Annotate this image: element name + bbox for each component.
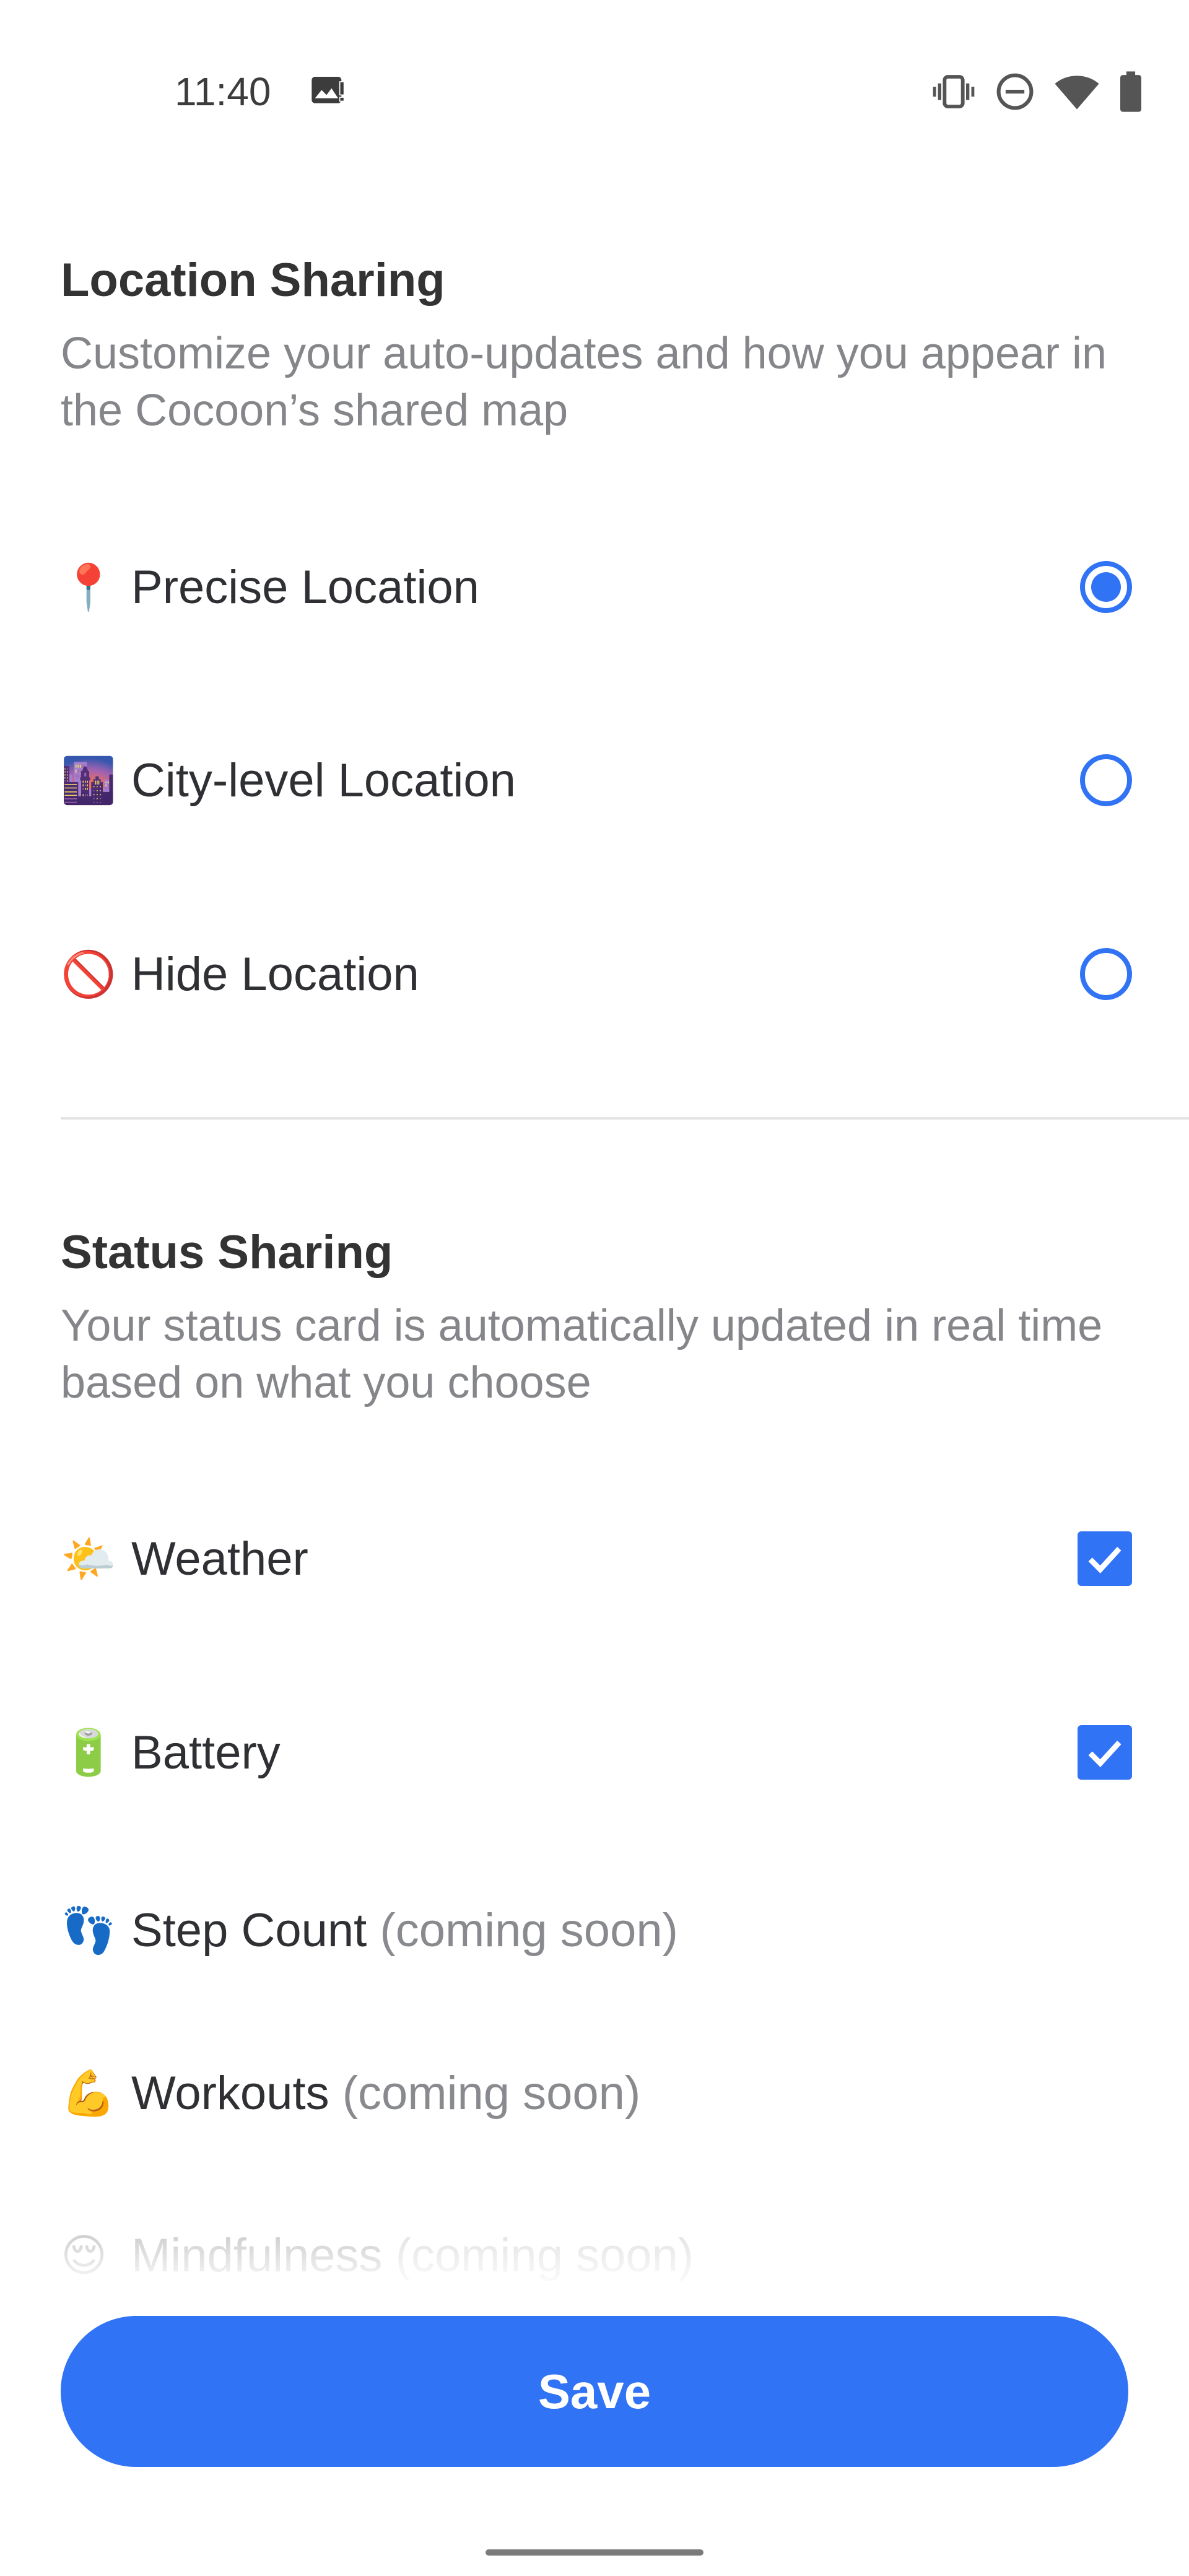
location-option-hide[interactable]: 🚫 Hide Location bbox=[61, 925, 1132, 1024]
cityscape-icon: 🌆 bbox=[61, 754, 116, 806]
radio-dot bbox=[1091, 572, 1121, 602]
status-item-label: Weather bbox=[131, 1532, 308, 1585]
coming-soon-note: (coming soon) bbox=[395, 2229, 694, 2282]
battery-checkbox[interactable] bbox=[1078, 1725, 1132, 1780]
weather-checkbox[interactable] bbox=[1078, 1531, 1132, 1586]
footprints-icon: 👣 bbox=[61, 1904, 116, 1956]
status-item-step-count: 👣 Step Count (coming soon) bbox=[61, 1881, 1132, 1980]
battery-emoji-icon: 🔋 bbox=[61, 1726, 116, 1778]
status-time: 11:40 bbox=[175, 69, 271, 114]
location-option-label: Hide Location bbox=[131, 947, 419, 1001]
status-section-title: Status Sharing bbox=[61, 1226, 393, 1279]
sun-behind-cloud-icon: 🌤️ bbox=[61, 1533, 116, 1585]
status-item-mindfulness: 😌 Mindfulness (coming soon) bbox=[61, 2206, 1132, 2305]
location-section-title: Location Sharing bbox=[61, 254, 445, 307]
radio-button[interactable] bbox=[1080, 754, 1132, 806]
status-item-label: Battery bbox=[131, 1726, 281, 1779]
wifi-icon bbox=[1054, 72, 1100, 111]
round-pushpin-icon: 📍 bbox=[61, 561, 116, 613]
vibrate-icon bbox=[931, 72, 976, 111]
location-option-label: Precise Location bbox=[131, 560, 479, 614]
location-option-precise[interactable]: 📍 Precise Location bbox=[61, 537, 1132, 637]
status-item-workouts: 💪 Workouts (coming soon) bbox=[61, 2043, 1132, 2143]
relieved-face-icon: 😌 bbox=[61, 2229, 108, 2281]
image-notification-icon bbox=[308, 72, 348, 111]
location-option-label: City-level Location bbox=[131, 754, 516, 807]
item-name: Workouts bbox=[131, 2066, 329, 2120]
save-button[interactable]: Save bbox=[61, 2316, 1128, 2467]
coming-soon-note: (coming soon) bbox=[342, 2066, 641, 2120]
status-item-label: Mindfulness (coming soon) bbox=[131, 2229, 1132, 2282]
prohibited-icon: 🚫 bbox=[61, 948, 116, 1000]
home-indicator[interactable] bbox=[486, 2549, 703, 2556]
item-name: Step Count bbox=[131, 1904, 367, 1957]
status-item-label: Step Count (coming soon) bbox=[131, 1904, 1132, 1957]
do-not-disturb-icon bbox=[995, 71, 1035, 112]
checkmark-icon bbox=[1088, 1741, 1121, 1767]
item-name: Mindfulness bbox=[131, 2229, 383, 2282]
status-item-weather[interactable]: 🌤️ Weather bbox=[61, 1509, 1132, 1608]
status-item-label: Workouts (coming soon) bbox=[131, 2066, 1132, 2120]
radio-button-selected[interactable] bbox=[1080, 561, 1132, 613]
status-item-battery[interactable]: 🔋 Battery bbox=[61, 1703, 1132, 1802]
location-option-city[interactable]: 🌆 City-level Location bbox=[61, 731, 1132, 830]
checkmark-icon bbox=[1088, 1547, 1121, 1573]
location-section-description: Customize your auto-updates and how you … bbox=[61, 329, 1107, 435]
coming-soon-note: (coming soon) bbox=[380, 1904, 678, 1957]
radio-button[interactable] bbox=[1080, 948, 1132, 1000]
battery-icon bbox=[1118, 71, 1143, 113]
flexed-biceps-icon: 💪 bbox=[61, 2067, 116, 2119]
status-icons bbox=[931, 67, 1143, 116]
section-divider bbox=[61, 1117, 1189, 1120]
status-section-description: Your status card is automatically update… bbox=[61, 1301, 1103, 1408]
